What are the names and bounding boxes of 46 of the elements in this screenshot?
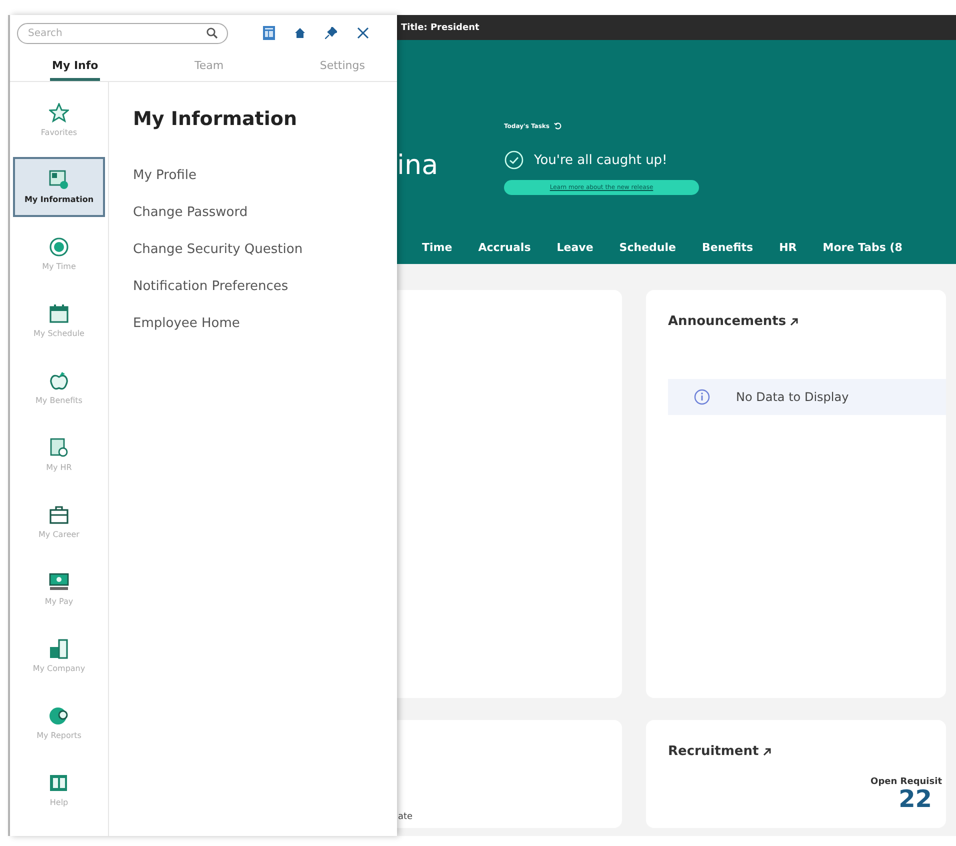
menu-link[interactable]: Change Password bbox=[133, 205, 248, 220]
nav-tab[interactable]: Schedule bbox=[608, 233, 687, 262]
id-card-icon bbox=[49, 170, 69, 190]
briefcase-icon bbox=[49, 505, 69, 525]
nav-tab[interactable]: HR bbox=[768, 233, 808, 262]
empty-message: No Data to Display bbox=[736, 390, 849, 404]
clock-icon bbox=[49, 237, 69, 257]
layout-icon[interactable] bbox=[263, 26, 275, 40]
check-circle-icon bbox=[504, 150, 524, 170]
pin-icon[interactable] bbox=[325, 27, 337, 39]
panel-heading: My Information bbox=[133, 108, 297, 130]
home-icon[interactable] bbox=[295, 28, 305, 38]
metric-label: Open Requisit bbox=[870, 777, 942, 787]
job-title: Title: President bbox=[401, 22, 480, 32]
nav-tab[interactable]: Leave bbox=[546, 233, 604, 262]
panel-tab[interactable]: My Info bbox=[50, 52, 100, 81]
money-icon bbox=[49, 572, 69, 592]
search-field[interactable]: Search bbox=[17, 22, 228, 44]
status-message: You're all caught up! bbox=[534, 152, 668, 168]
pie-chart-icon bbox=[49, 706, 69, 726]
external-link-icon[interactable] bbox=[762, 748, 771, 756]
card-text: ate bbox=[398, 812, 413, 822]
metric-value: 22 bbox=[898, 787, 932, 811]
info-icon bbox=[694, 389, 710, 405]
calendar-icon bbox=[49, 304, 69, 324]
refresh-icon[interactable] bbox=[554, 122, 562, 130]
menu-link[interactable]: Notification Preferences bbox=[133, 279, 288, 294]
nav-tab[interactable]: Benefits bbox=[690, 233, 764, 262]
nav-tab[interactable]: Accruals bbox=[467, 233, 542, 262]
nav-tab[interactable]: More Tabs (8 bbox=[812, 233, 914, 262]
search-icon[interactable] bbox=[206, 26, 218, 38]
employee-name: ina bbox=[397, 152, 440, 179]
star-icon bbox=[49, 103, 69, 123]
menu-link[interactable]: Employee Home bbox=[133, 316, 240, 331]
card-title[interactable]: Announcements bbox=[668, 314, 786, 329]
document-icon bbox=[49, 438, 69, 458]
rail-item[interactable]: My Information bbox=[13, 157, 105, 217]
apple-icon bbox=[49, 371, 69, 391]
card-title[interactable]: Recruitment bbox=[668, 744, 759, 759]
nav-tab[interactable]: Time bbox=[411, 233, 464, 262]
help-book-icon bbox=[49, 773, 69, 793]
building-icon bbox=[49, 639, 69, 659]
close-icon[interactable] bbox=[357, 27, 369, 39]
external-link-icon[interactable] bbox=[790, 318, 798, 326]
menu-link[interactable]: My Profile bbox=[133, 168, 196, 183]
menu-link[interactable]: Change Security Question bbox=[133, 242, 303, 257]
